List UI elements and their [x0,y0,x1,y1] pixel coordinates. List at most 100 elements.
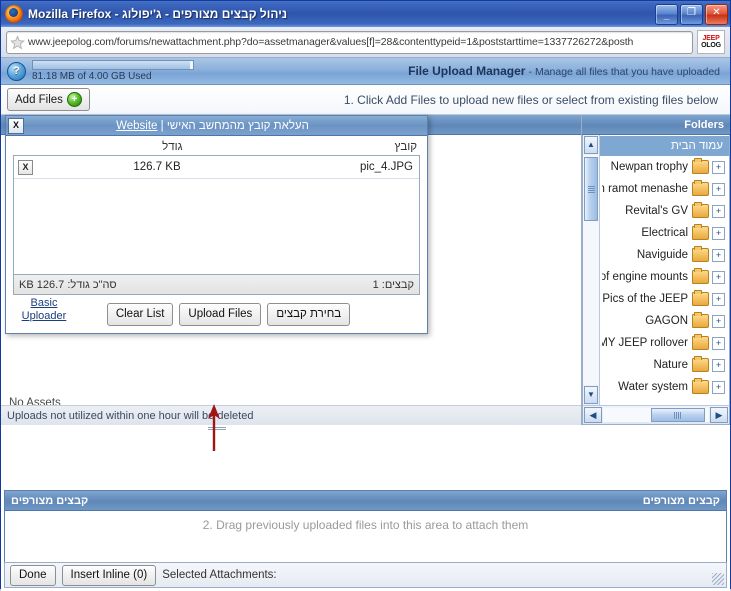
folders-horizontal-scrollbar[interactable]: ◀ ▶ [582,405,730,425]
horizontal-scroll-thumb[interactable] [651,408,705,422]
annotation-arrow-icon [206,403,222,451]
scroll-right-button[interactable]: ▶ [710,407,728,423]
plus-circle-icon: + [67,92,82,107]
add-files-toolbar: Add Files + 1. Click Add Files to upload… [1,85,730,115]
tree-item-label: Newpan trophy [611,161,688,173]
tree-root-item[interactable]: עמוד הבית [600,136,729,156]
choose-files-button[interactable]: בחירת קבצים [267,303,350,326]
expand-plus-icon[interactable]: + [712,183,725,196]
attachments-header-right: קבצים מצורפים [643,495,720,507]
minimize-button[interactable]: _ [655,4,678,25]
expand-plus-icon[interactable]: + [712,293,725,306]
tree-item-label: GAGON [645,315,688,327]
expand-plus-icon[interactable]: + [712,381,725,394]
folder-icon [692,226,709,240]
expand-plus-icon[interactable]: + [712,337,725,350]
remove-file-button[interactable]: X [18,160,33,175]
manager-title-area: File Upload Manager - Manage all files t… [194,64,724,78]
tree-item-label: Naviguide [637,249,688,261]
folders-pane-header: Folders [582,115,730,135]
attachments-panel-header: קבצים מצורפים קבצים מצורפים [5,491,726,511]
insert-inline-button[interactable]: Insert Inline (0) [62,565,157,586]
expand-plus-icon[interactable]: + [712,315,725,328]
expand-plus-icon[interactable]: + [712,271,725,284]
folders-tree-container: ▲ ▼ עמוד הבית + Newpan trophy + in ramot me… [582,135,730,405]
tree-item-label: Pics of the JEEP [602,293,688,305]
tree-item[interactable]: +Electrical [600,222,729,244]
site-logo-line2: OLOG [701,42,721,49]
tree-item-label: Nature [653,359,688,371]
horizontal-scroll-track[interactable] [603,408,709,422]
bookmark-star-icon[interactable] [10,35,25,50]
quota-progress-fill [33,61,190,69]
folder-icon [692,248,709,262]
close-button[interactable]: ✕ [705,4,728,25]
maximize-button[interactable]: ❐ [680,4,703,25]
dialog-actions: Basic Uploader Clear List Upload Files ב… [6,295,427,333]
dialog-website-link[interactable]: Website [116,120,157,132]
url-bar[interactable]: www.jeepolog.com/forums/newattachment.ph… [6,31,693,54]
url-text[interactable]: www.jeepolog.com/forums/newattachment.ph… [28,36,690,48]
tree-item-label: in ramot menashe [602,183,688,195]
folder-icon [692,160,709,174]
tree-item[interactable]: + Water system [600,376,729,398]
tree-item-label: Revital's GV [625,205,688,217]
step1-hint: 1. Click Add Files to upload new files o… [90,93,724,107]
scroll-down-button[interactable]: ▼ [584,386,598,404]
add-files-button[interactable]: Add Files + [7,88,90,111]
tree-item[interactable]: + Nature [600,354,729,376]
file-count-label: קבצים: 1 [373,279,414,291]
navigation-toolbar: www.jeepolog.com/forums/newattachment.ph… [1,27,730,58]
file-list-status-bar: קבצים: 1 סה"כ גודל: 126.7 KB [13,275,420,295]
tree-item-label: MY JEEP rollover [602,337,688,349]
folder-icon [692,314,709,328]
basic-uploader-link[interactable]: Basic Uploader [14,297,74,323]
scroll-left-button[interactable]: ◀ [584,407,602,423]
scroll-up-button[interactable]: ▲ [584,136,598,154]
tree-item-label: Water system [618,381,688,393]
expand-plus-icon[interactable]: + [712,359,725,372]
file-list[interactable]: pic_4.JPG 126.7 KB X [13,155,420,275]
selected-attachments-label: Selected Attachments: [162,569,276,581]
window-title: ניהול קבצים מצורפים - ג'יפולוג - Mozilla… [28,7,655,21]
done-button[interactable]: Done [10,565,56,586]
folders-pane: Folders ▲ ▼ עמוד הבית + Newpan trophy + in … [582,115,730,425]
close-icon: ✕ [712,8,720,18]
dialog-button-group: Clear List Upload Files בחירת קבצים [107,303,350,326]
resize-grip[interactable] [712,573,724,585]
vertical-scroll-track[interactable] [583,155,599,385]
drop-hint-label: 2. Drag previously uploaded files into t… [203,518,529,532]
attachments-drop-zone[interactable]: 2. Drag previously uploaded files into t… [5,511,726,562]
add-files-label: Add Files [15,94,63,106]
quota-text: 81.18 MB of 4.00 GB Used [32,71,194,82]
page-subtitle: - Manage all files that you have uploade… [529,66,720,78]
tree-item[interactable]: + Pics of the JEEP [600,288,729,310]
tree-item-label: oof engine mounts [602,271,688,283]
page-title: File Upload Manager [408,64,525,78]
upload-files-button[interactable]: Upload Files [179,303,261,326]
folders-tree: עמוד הבית + Newpan trophy + in ramot menash… [600,135,729,405]
file-list-row[interactable]: pic_4.JPG 126.7 KB X [14,156,419,179]
tree-item[interactable]: + Naviguide [600,244,729,266]
tree-item[interactable]: + in ramot menashe [600,178,729,200]
help-icon[interactable]: ? [7,62,26,81]
folder-icon [692,204,709,218]
expand-plus-icon[interactable]: + [712,205,725,218]
folders-vertical-scrollbar[interactable]: ▲ ▼ [583,135,600,405]
expand-plus-icon[interactable]: + [712,161,725,174]
dialog-close-button[interactable]: X [8,118,24,134]
expand-plus-icon[interactable]: + [712,249,725,262]
tree-item[interactable]: + Revital's GV [600,200,729,222]
folder-icon [692,182,709,196]
tree-item[interactable]: + oof engine mounts [600,266,729,288]
tree-item[interactable]: + MY JEEP rollover [600,332,729,354]
folder-icon [692,270,709,284]
file-size: 126.7 KB [37,161,195,173]
expand-plus-icon[interactable]: + [712,227,725,240]
basic-uploader-line1: Basic [31,297,58,309]
tree-item[interactable]: + GAGON [600,310,729,332]
vertical-scroll-thumb[interactable] [584,157,598,221]
clear-list-button[interactable]: Clear List [107,303,174,326]
tree-item[interactable]: + Newpan trophy [600,156,729,178]
firefox-window: ניהול קבצים מצורפים - ג'יפולוג - Mozilla… [0,0,731,589]
